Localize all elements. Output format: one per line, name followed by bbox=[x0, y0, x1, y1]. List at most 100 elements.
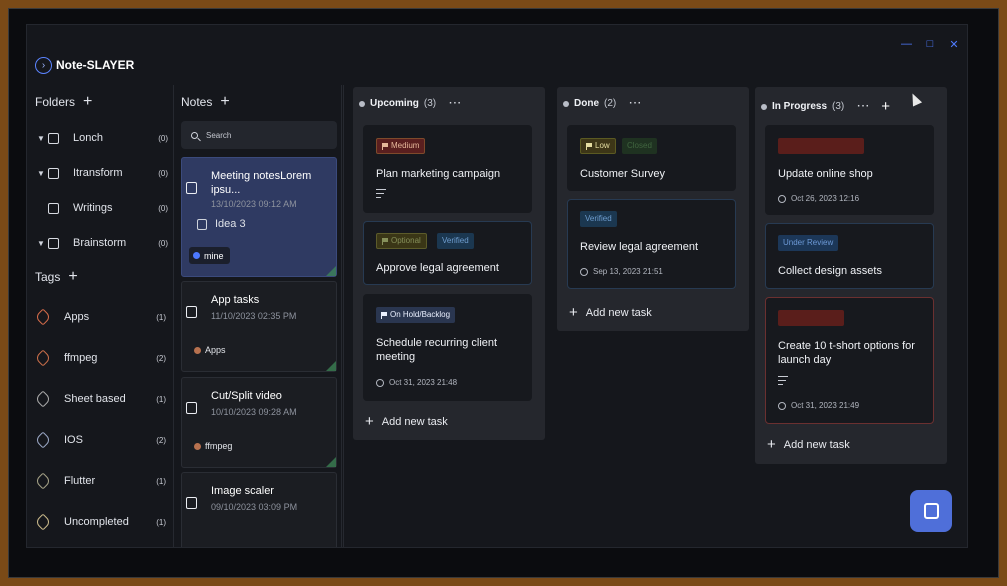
caret-down-icon[interactable]: ▼ bbox=[37, 169, 45, 178]
note-date: 11/10/2023 02:35 PM bbox=[211, 311, 297, 321]
badge-label: Medium bbox=[391, 141, 420, 150]
flag-icon bbox=[382, 237, 388, 245]
folder-icon bbox=[48, 132, 59, 144]
flag-icon bbox=[586, 142, 592, 150]
close-icon[interactable]: ✕ bbox=[949, 38, 959, 51]
tag-icon bbox=[34, 472, 52, 490]
badge-label: Optional bbox=[391, 236, 421, 245]
folder-count: (0) bbox=[158, 168, 168, 178]
task-card[interactable]: On Hold/Backlog Schedule recurring clien… bbox=[363, 294, 532, 401]
task-title: Plan marketing campaign bbox=[376, 168, 501, 180]
tag-icon bbox=[34, 349, 52, 367]
note-icon bbox=[186, 182, 197, 194]
tag-icon bbox=[34, 308, 52, 326]
task-due-date: Oct 31, 2023 21:49 bbox=[778, 401, 859, 410]
tag-item-ios[interactable]: IOS (2) bbox=[27, 429, 174, 451]
add-task-icon[interactable]: + bbox=[881, 98, 890, 115]
column-menu-icon[interactable]: ··· bbox=[449, 98, 462, 109]
note-title: Meeting notesLorem ipsu... bbox=[211, 170, 312, 196]
tags-header: Tags + bbox=[35, 269, 78, 285]
task-card[interactable]: Optional Verified Approve legal agreemen… bbox=[363, 221, 532, 285]
column-menu-icon[interactable]: ··· bbox=[629, 98, 642, 109]
folder-item-itransform[interactable]: ▼ Itransform (0) bbox=[27, 162, 174, 184]
folder-name: Itransform bbox=[73, 167, 123, 179]
note-card-meeting[interactable]: Meeting notesLorem ipsu... 13/10/2023 09… bbox=[181, 157, 337, 277]
maximize-icon[interactable]: □ bbox=[925, 38, 935, 51]
tag-name: Flutter bbox=[64, 475, 96, 487]
task-title: Review legal agreement bbox=[580, 241, 699, 253]
add-task-button[interactable]: + Add new task bbox=[569, 305, 652, 320]
note-tag-apps[interactable]: Apps bbox=[194, 345, 226, 355]
priority-badge: Medium bbox=[376, 138, 426, 154]
note-corner-marker bbox=[326, 457, 336, 467]
status-badge: Closed bbox=[622, 138, 657, 154]
note-card-app-tasks[interactable]: App tasks 11/10/2023 02:35 PM Apps bbox=[181, 281, 337, 372]
task-date-text: Oct 31, 2023 21:48 bbox=[389, 378, 458, 387]
task-due-date: Oct 26, 2023 12:16 bbox=[778, 194, 859, 203]
task-card[interactable]: Medium Plan marketing campaign bbox=[363, 125, 532, 213]
caret-down-icon[interactable]: ▼ bbox=[37, 239, 45, 248]
tag-item-ffmpeg[interactable]: ffmpeg (2) bbox=[27, 347, 174, 369]
clock-icon bbox=[778, 194, 786, 203]
search-input[interactable] bbox=[206, 130, 326, 140]
folder-item-brainstorm[interactable]: ▼ Brainstorm (0) bbox=[27, 232, 174, 254]
notes-label: Notes bbox=[181, 95, 213, 109]
tag-icon bbox=[34, 390, 52, 408]
note-icon bbox=[186, 402, 197, 414]
add-task-button[interactable]: + Add new task bbox=[767, 437, 850, 452]
tag-color-dot bbox=[193, 252, 200, 259]
caret-down-icon[interactable]: ▼ bbox=[37, 134, 45, 143]
flag-icon bbox=[381, 311, 387, 319]
tag-item-flutter[interactable]: Flutter (1) bbox=[27, 470, 174, 492]
app-title: Note-SLAYER bbox=[56, 58, 135, 72]
note-icon bbox=[186, 497, 197, 509]
tag-icon bbox=[34, 431, 52, 449]
folder-name: Lonch bbox=[73, 132, 103, 144]
add-folder-icon[interactable]: + bbox=[83, 94, 92, 110]
search-box[interactable] bbox=[181, 121, 337, 149]
status-dot bbox=[761, 103, 767, 110]
status-badge: Verified bbox=[580, 211, 617, 227]
status-badge: Under Review bbox=[778, 235, 839, 251]
task-due-date: Sep 13, 2023 21:51 bbox=[580, 267, 663, 276]
task-date-text: Sep 13, 2023 21:51 bbox=[593, 267, 663, 276]
add-tag-icon[interactable]: + bbox=[68, 269, 77, 285]
note-tag-ffmpeg[interactable]: ffmpeg bbox=[194, 441, 232, 451]
tag-name: Uncompleted bbox=[64, 516, 129, 528]
subnote-item[interactable]: Idea 3 bbox=[197, 218, 246, 230]
folder-item-lonch[interactable]: ▼ Lonch (0) bbox=[27, 127, 174, 149]
tag-name: ffmpeg bbox=[64, 352, 98, 364]
add-task-label: Add new task bbox=[381, 415, 448, 428]
column-title: In Progress bbox=[772, 101, 828, 112]
folder-item-writings[interactable]: Writings (0) bbox=[27, 197, 174, 219]
tag-name: Sheet based bbox=[64, 393, 126, 405]
tag-item-sheet-based[interactable]: Sheet based (1) bbox=[27, 388, 174, 410]
task-card[interactable]: Update online shop Oct 26, 2023 12:16 bbox=[765, 125, 934, 215]
tag-item-apps[interactable]: Apps (1) bbox=[27, 306, 174, 328]
tag-item-uncompleted[interactable]: Uncompleted (1) bbox=[27, 511, 174, 533]
new-note-fab-button[interactable] bbox=[910, 490, 952, 532]
status-dot bbox=[359, 100, 365, 107]
search-icon bbox=[191, 131, 198, 139]
add-task-label: Add new task bbox=[585, 306, 652, 319]
note-card-image-scaler[interactable]: Image scaler 09/10/2023 03:09 PM bbox=[181, 472, 337, 547]
task-title: Customer Survey bbox=[580, 168, 665, 180]
tag-color-dot bbox=[194, 346, 201, 354]
note-tag-mine[interactable]: mine bbox=[189, 247, 230, 264]
task-title: Collect design assets bbox=[778, 265, 882, 277]
sticky-note-icon bbox=[923, 503, 939, 519]
add-task-button[interactable]: + Add new task bbox=[365, 414, 448, 429]
note-tag-label: mine bbox=[204, 250, 224, 261]
column-count: (3) bbox=[832, 101, 845, 112]
folder-count: (0) bbox=[158, 238, 168, 248]
note-card-cut-split-video[interactable]: Cut/Split video 10/10/2023 09:28 AM ffmp… bbox=[181, 377, 337, 468]
task-card[interactable]: Create 10 t-short options for launch day… bbox=[765, 297, 934, 424]
clock-icon bbox=[376, 378, 384, 387]
minimize-icon[interactable]: — bbox=[901, 38, 912, 51]
note-date: 09/10/2023 03:09 PM bbox=[211, 502, 298, 512]
task-card[interactable]: Low Closed Customer Survey bbox=[567, 125, 736, 191]
column-menu-icon[interactable]: ··· bbox=[857, 101, 870, 112]
add-note-icon[interactable]: + bbox=[220, 94, 229, 110]
task-card[interactable]: Verified Review legal agreement Sep 13, … bbox=[567, 199, 736, 289]
task-card[interactable]: Under Review Collect design assets bbox=[765, 223, 934, 289]
